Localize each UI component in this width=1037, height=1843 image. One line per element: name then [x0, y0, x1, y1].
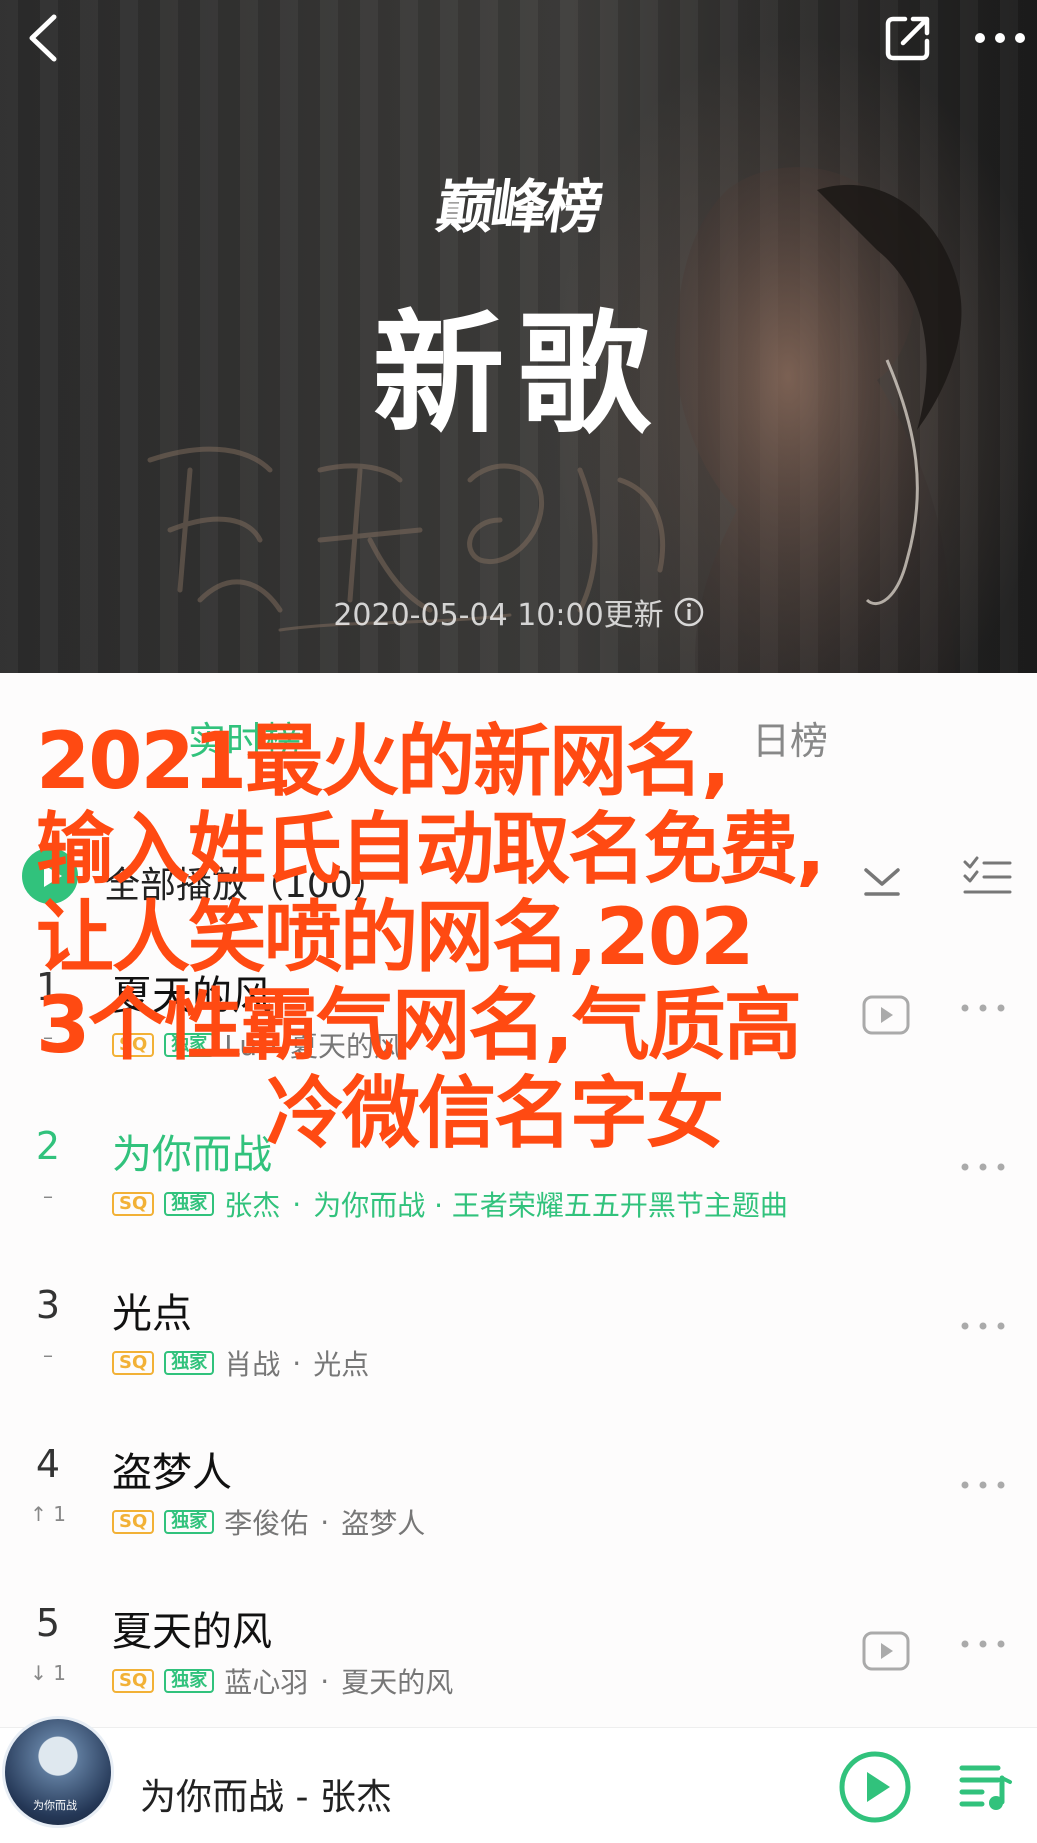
chart-title: 新歌: [372, 298, 665, 452]
share-icon: [885, 16, 930, 61]
rank-trend: –: [43, 1343, 53, 1367]
song-artist: 张杰: [224, 1189, 281, 1222]
update-time-row: 2020-05-04 10:00更新: [0, 590, 1037, 634]
overlay-line: 3个性霸气网名,气质高: [36, 981, 802, 1071]
sq-badge: SQ: [112, 1351, 155, 1375]
separator-dot: ·: [292, 1187, 302, 1221]
chart-header: 巅峰榜 新歌 2020-05-04 10:00更新: [0, 0, 1037, 673]
more-options-button[interactable]: [970, 8, 1030, 68]
song-album: 为你而战 · 王者荣耀五五开黑节主题曲: [313, 1189, 788, 1222]
song-row[interactable]: 3 – 光点 SQ 独家 肖战 · 光点: [0, 1263, 1037, 1422]
song-album: 盗梦人: [341, 1507, 426, 1540]
song-album: 光点: [313, 1348, 370, 1381]
song-meta: SQ 独家 李俊佑 · 盗梦人: [112, 1502, 425, 1542]
song-more-icon[interactable]: [960, 1162, 1006, 1172]
song-title: 夏天的风: [112, 1609, 272, 1655]
song-more-icon[interactable]: [960, 1321, 1006, 1331]
separator-dot: ·: [320, 1664, 330, 1698]
sq-badge: SQ: [112, 1192, 155, 1216]
exclusive-badge: 独家: [164, 1510, 215, 1534]
song-meta: SQ 独家 蓝心羽 · 夏天的风: [112, 1661, 453, 1701]
song-rank: 5: [35, 1601, 61, 1645]
song-title: 光点: [112, 1291, 192, 1337]
overlay-line: 输入姓氏自动取名免费,: [36, 805, 826, 895]
now-playing-cover[interactable]: 为你而战: [2, 1716, 114, 1828]
share-button[interactable]: [878, 8, 938, 68]
exclusive-badge: 独家: [164, 1351, 215, 1375]
more-icon: [975, 33, 1025, 43]
song-artist: 李俊佑: [224, 1507, 309, 1540]
song-meta: SQ 独家 张杰 · 为你而战 · 王者荣耀五五开黑节主题曲: [112, 1184, 788, 1224]
rank-trend: ↑ 1: [30, 1502, 66, 1526]
cover-text: 为你而战: [33, 1799, 77, 1812]
song-meta: SQ 独家 肖战 · 光点: [112, 1343, 369, 1383]
song-more-icon[interactable]: [960, 1639, 1006, 1649]
song-album: 夏天的风: [341, 1666, 454, 1699]
exclusive-badge: 独家: [164, 1192, 215, 1216]
promo-overlay-text: 2021最火的新网名, 输入姓氏自动取名免费, 让人笑喷的网名,202 3个性霸…: [36, 718, 996, 1158]
song-row[interactable]: 4 ↑ 1 盗梦人 SQ 独家 李俊佑 · 盗梦人: [0, 1422, 1037, 1581]
song-rank: 4: [35, 1442, 61, 1486]
back-button[interactable]: [18, 8, 68, 68]
now-playing-title[interactable]: 为你而战 - 张杰: [140, 1768, 392, 1820]
chart-brand-logo: 巅峰榜: [432, 173, 604, 241]
sq-badge: SQ: [112, 1510, 155, 1534]
mini-player[interactable]: 为你而战 为你而战 - 张杰: [0, 1716, 1037, 1843]
overlay-line: 让人笑喷的网名,202: [36, 893, 754, 983]
overlay-line: 2021最火的新网名,: [36, 717, 731, 807]
back-icon: [29, 14, 57, 62]
playlist-icon[interactable]: [958, 1758, 1014, 1814]
song-rank: 3: [35, 1283, 61, 1327]
separator-dot: ·: [320, 1505, 330, 1539]
song-more-icon[interactable]: [960, 1480, 1006, 1490]
song-artist: 蓝心羽: [224, 1666, 309, 1699]
rank-trend: ↓ 1: [30, 1661, 66, 1685]
sq-badge: SQ: [112, 1669, 155, 1693]
song-row[interactable]: 5 ↓ 1 夏天的风 SQ 独家 蓝心羽 · 夏天的风: [0, 1581, 1037, 1740]
play-icon[interactable]: [838, 1750, 912, 1824]
song-title: 盗梦人: [112, 1450, 232, 1496]
rank-trend: –: [43, 1184, 53, 1208]
separator-dot: ·: [292, 1346, 302, 1380]
overlay-line: 冷微信名字女: [266, 1069, 724, 1159]
mv-icon[interactable]: [862, 1631, 910, 1671]
info-icon[interactable]: [674, 597, 704, 627]
update-time: 2020-05-04 10:00更新: [333, 598, 664, 633]
exclusive-badge: 独家: [164, 1669, 215, 1693]
song-artist: 肖战: [224, 1348, 281, 1381]
